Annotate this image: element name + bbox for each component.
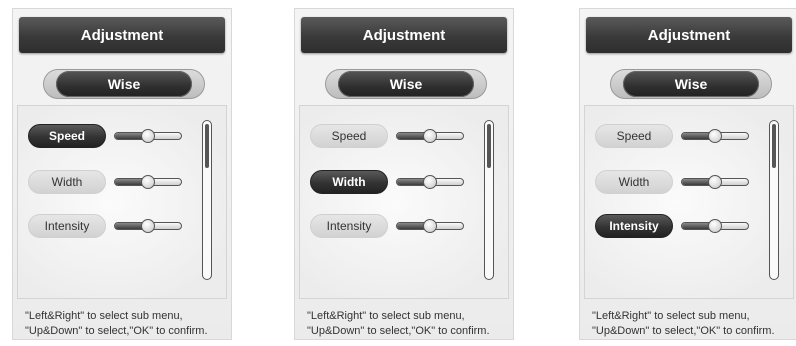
mode-selector[interactable]: Wise <box>43 69 205 99</box>
slider-knob[interactable] <box>423 219 437 233</box>
level-slider[interactable] <box>396 219 464 233</box>
item-label[interactable]: Speed <box>28 124 106 148</box>
slider-knob[interactable] <box>423 175 437 189</box>
scrollbar-thumb[interactable] <box>487 124 491 168</box>
slider-knob[interactable] <box>423 129 437 143</box>
item-label[interactable]: Width <box>310 170 388 194</box>
slider-knob[interactable] <box>141 129 155 143</box>
scrollbar[interactable] <box>202 120 212 280</box>
help-line: "Left&Right" to select sub menu, <box>592 310 750 322</box>
adjustment-panel: Adjustment Wise Speed Width Intensity "L… <box>12 8 232 340</box>
level-slider[interactable] <box>114 219 182 233</box>
sub-menu-list: Speed Width Intensity <box>584 105 794 299</box>
panel-title: Adjustment <box>586 17 792 53</box>
scrollbar[interactable] <box>769 120 779 280</box>
item-label[interactable]: Intensity <box>310 214 388 238</box>
level-slider[interactable] <box>114 129 182 143</box>
help-line: "Up&Down" to select,"OK" to confirm. <box>25 325 208 337</box>
help-line: "Up&Down" to select,"OK" to confirm. <box>592 325 775 337</box>
help-text: "Left&Right" to select sub menu, "Up&Dow… <box>307 309 513 339</box>
item-label[interactable]: Speed <box>310 124 388 148</box>
adjustment-panel: Adjustment Wise Speed Width Intensity "L… <box>294 8 514 340</box>
slider-knob[interactable] <box>708 219 722 233</box>
level-slider[interactable] <box>396 175 464 189</box>
item-label[interactable]: Width <box>28 170 106 194</box>
scrollbar-thumb[interactable] <box>205 124 209 168</box>
item-label[interactable]: Width <box>595 170 673 194</box>
help-line: "Up&Down" to select,"OK" to confirm. <box>307 325 490 337</box>
help-line: "Left&Right" to select sub menu, <box>25 310 183 322</box>
sub-menu-list: Speed Width Intensity <box>299 105 509 299</box>
item-label[interactable]: Intensity <box>28 214 106 238</box>
mode-selector[interactable]: Wise <box>325 69 487 99</box>
slider-knob[interactable] <box>708 175 722 189</box>
slider-knob[interactable] <box>141 175 155 189</box>
sub-menu-list: Speed Width Intensity <box>17 105 227 299</box>
mode-selector[interactable]: Wise <box>610 69 772 99</box>
help-text: "Left&Right" to select sub menu, "Up&Dow… <box>25 309 231 339</box>
scrollbar-thumb[interactable] <box>772 124 776 168</box>
help-line: "Left&Right" to select sub menu, <box>307 310 465 322</box>
help-text: "Left&Right" to select sub menu, "Up&Dow… <box>592 309 796 339</box>
level-slider[interactable] <box>681 129 749 143</box>
level-slider[interactable] <box>114 175 182 189</box>
mode-label: Wise <box>338 71 474 97</box>
mode-label: Wise <box>623 71 759 97</box>
panel-title: Adjustment <box>19 17 225 53</box>
level-slider[interactable] <box>681 219 749 233</box>
panel-title: Adjustment <box>301 17 507 53</box>
mode-label: Wise <box>56 71 192 97</box>
adjustment-panel: Adjustment Wise Speed Width Intensity "L… <box>579 8 796 340</box>
item-label[interactable]: Speed <box>595 124 673 148</box>
slider-knob[interactable] <box>141 219 155 233</box>
item-label[interactable]: Intensity <box>595 214 673 238</box>
scrollbar[interactable] <box>484 120 494 280</box>
level-slider[interactable] <box>681 175 749 189</box>
level-slider[interactable] <box>396 129 464 143</box>
slider-knob[interactable] <box>708 129 722 143</box>
